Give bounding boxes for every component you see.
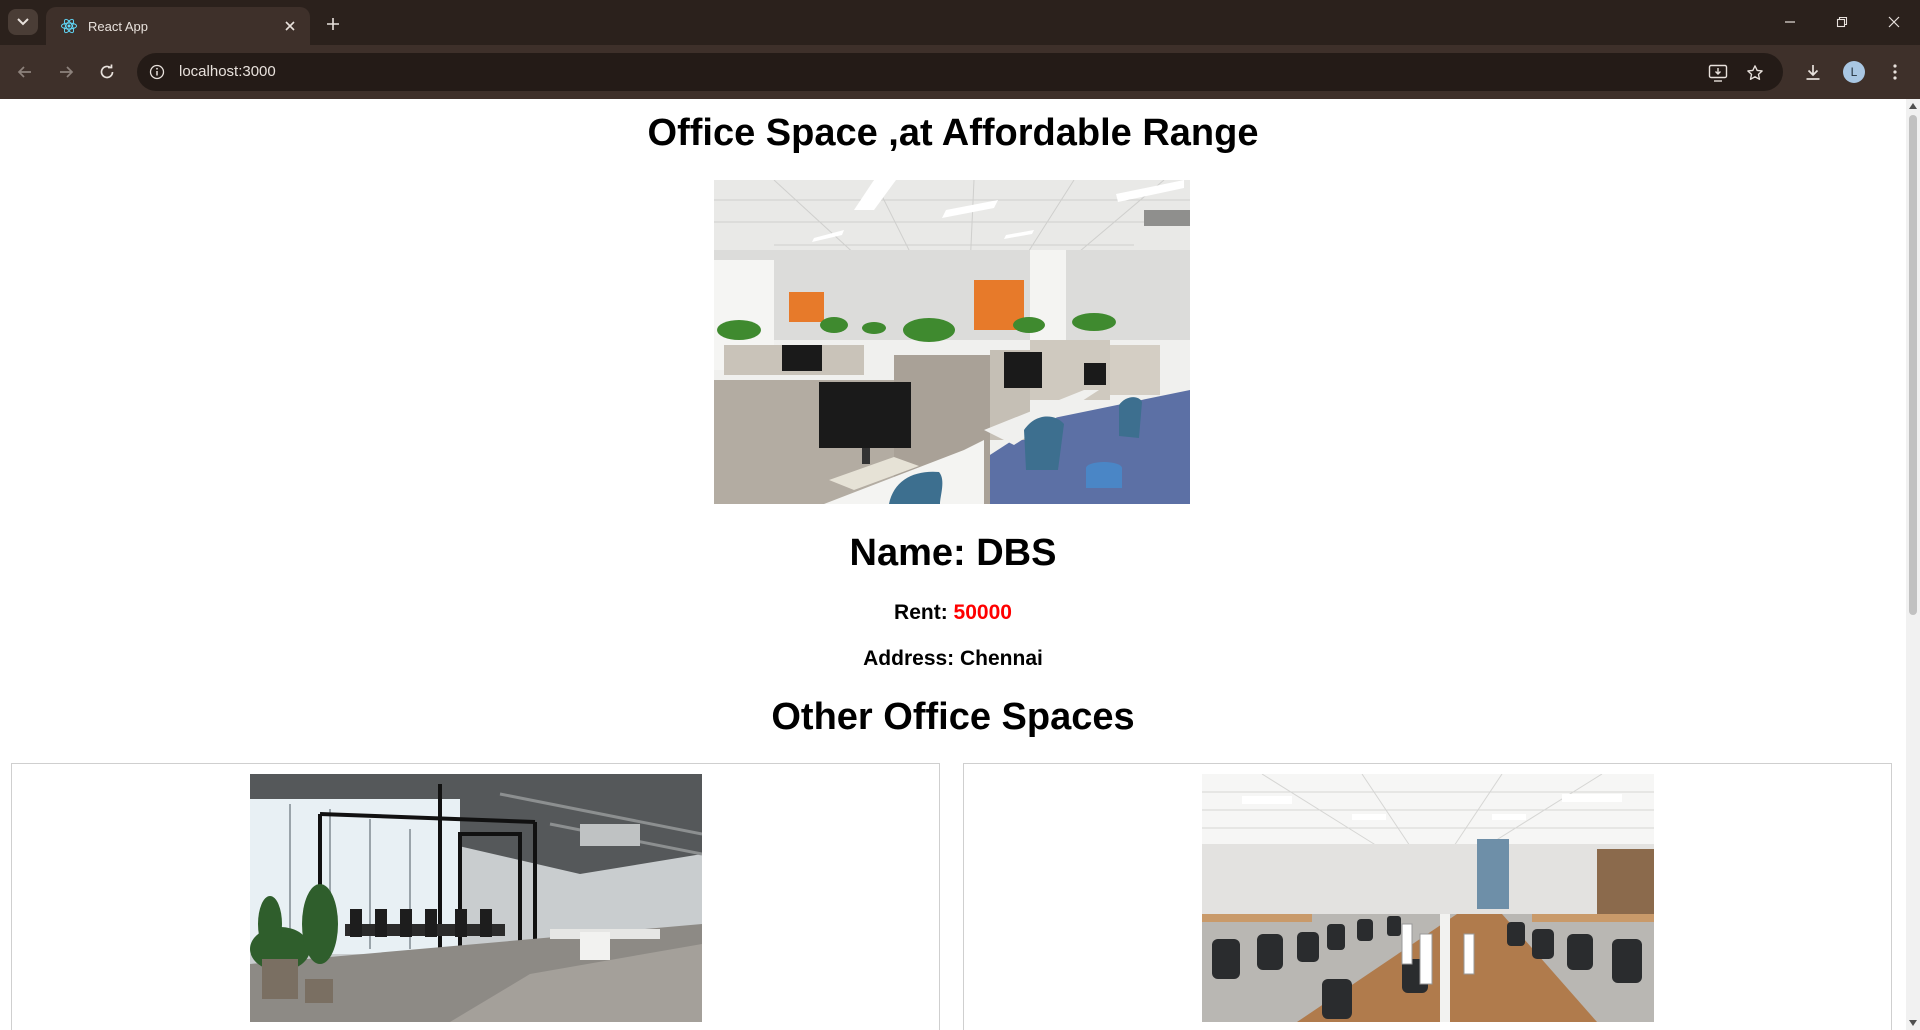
browser-menu-button[interactable] bbox=[1881, 58, 1909, 86]
forward-arrow-icon bbox=[60, 66, 74, 78]
browser-tab[interactable]: React App bbox=[46, 7, 310, 45]
office-card-image bbox=[250, 774, 702, 1022]
reload-button[interactable] bbox=[93, 58, 121, 86]
bookmark-star-icon[interactable] bbox=[1743, 61, 1767, 85]
tab-title: React App bbox=[88, 18, 148, 34]
address-bar[interactable]: localhost:3000 bbox=[137, 53, 1783, 91]
plus-icon bbox=[327, 18, 339, 30]
page-viewport: Office Space ,at Affordable Range Name: … bbox=[0, 99, 1906, 1030]
url-text: localhost:3000 bbox=[179, 63, 276, 80]
install-app-icon[interactable] bbox=[1706, 61, 1730, 85]
other-offices-heading: Other Office Spaces bbox=[771, 696, 1135, 738]
rent-label: Rent: bbox=[894, 601, 954, 624]
rent-value: 50000 bbox=[953, 601, 1012, 624]
close-tab-icon[interactable] bbox=[280, 16, 300, 36]
scrollbar-thumb[interactable] bbox=[1909, 115, 1917, 615]
browser-toolbar: localhost:3000 L bbox=[0, 45, 1920, 99]
site-info-icon[interactable] bbox=[148, 63, 166, 81]
download-icon bbox=[1806, 65, 1820, 80]
reload-icon bbox=[100, 64, 114, 79]
minimize-button[interactable] bbox=[1770, 8, 1810, 36]
more-vert-icon bbox=[1893, 64, 1897, 80]
office-card bbox=[11, 763, 940, 1030]
new-tab-button[interactable] bbox=[320, 11, 346, 37]
back-button[interactable] bbox=[11, 58, 39, 86]
forward-button[interactable] bbox=[52, 58, 80, 86]
minimize-icon bbox=[1785, 21, 1795, 23]
react-logo-icon bbox=[58, 15, 80, 37]
office-rent: Rent: 50000 bbox=[0, 601, 1906, 625]
avatar: L bbox=[1843, 61, 1865, 83]
restore-button[interactable] bbox=[1822, 8, 1862, 36]
browser-tab-bar: React App bbox=[0, 0, 1920, 45]
close-icon bbox=[1888, 16, 1900, 28]
scroll-down-arrow-icon[interactable] bbox=[1909, 1020, 1917, 1026]
page-scrollbar[interactable] bbox=[1906, 99, 1920, 1030]
back-arrow-icon bbox=[17, 66, 31, 78]
office-image bbox=[714, 180, 1190, 504]
restore-icon bbox=[1836, 16, 1848, 28]
office-card-image bbox=[1202, 774, 1654, 1022]
profile-button[interactable]: L bbox=[1840, 58, 1868, 86]
tab-search-button[interactable] bbox=[8, 9, 38, 35]
office-name: Name: DBS bbox=[849, 532, 1057, 574]
close-window-button[interactable] bbox=[1874, 8, 1914, 36]
scroll-up-arrow-icon[interactable] bbox=[1909, 103, 1917, 109]
office-card bbox=[963, 763, 1892, 1030]
office-address: Address: Chennai bbox=[863, 647, 1043, 670]
chevron-down-icon bbox=[17, 18, 29, 26]
downloads-button[interactable] bbox=[1799, 58, 1827, 86]
page-title: Office Space ,at Affordable Range bbox=[647, 112, 1259, 154]
